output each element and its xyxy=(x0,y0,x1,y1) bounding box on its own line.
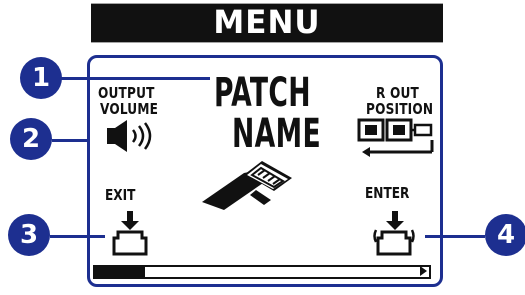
slider-fill xyxy=(95,267,146,277)
slider-right-arrow xyxy=(420,266,427,276)
callout-1: 1 xyxy=(20,57,62,99)
callout-2: 2 xyxy=(10,118,52,160)
enter-label: ENTER xyxy=(365,184,410,202)
routing-icon xyxy=(357,118,434,157)
menu-title: MENU xyxy=(213,4,321,42)
exit-label: EXIT xyxy=(105,186,136,204)
r-out-position-label-line-2: POSITION xyxy=(366,100,434,118)
menu-header: MENU xyxy=(91,3,443,43)
callout-3: 3 xyxy=(8,214,50,256)
screen-panel: OUTPUT VOLUME PATCH NAME R OUT POSITION … xyxy=(87,55,443,287)
callout-3-line xyxy=(50,235,105,238)
output-volume-label-line-1: OUTPUT xyxy=(98,84,155,102)
patch-name-label-line-1: PATCH xyxy=(214,70,311,116)
speaker-icon xyxy=(107,120,152,152)
callout-4-line xyxy=(425,235,485,238)
callout-1-line xyxy=(60,77,210,80)
enter-footswitch-icon xyxy=(373,211,415,256)
exit-footswitch-icon xyxy=(112,211,148,256)
patch-name-label-line-2: NAME xyxy=(232,111,322,157)
output-volume-label-line-2: VOLUME xyxy=(100,100,159,118)
pedal-icon xyxy=(202,161,292,210)
callout-4: 4 xyxy=(485,214,525,256)
callout-2-line xyxy=(52,139,87,142)
r-out-position-label-line-1: R OUT xyxy=(376,84,419,102)
position-slider xyxy=(93,265,431,279)
